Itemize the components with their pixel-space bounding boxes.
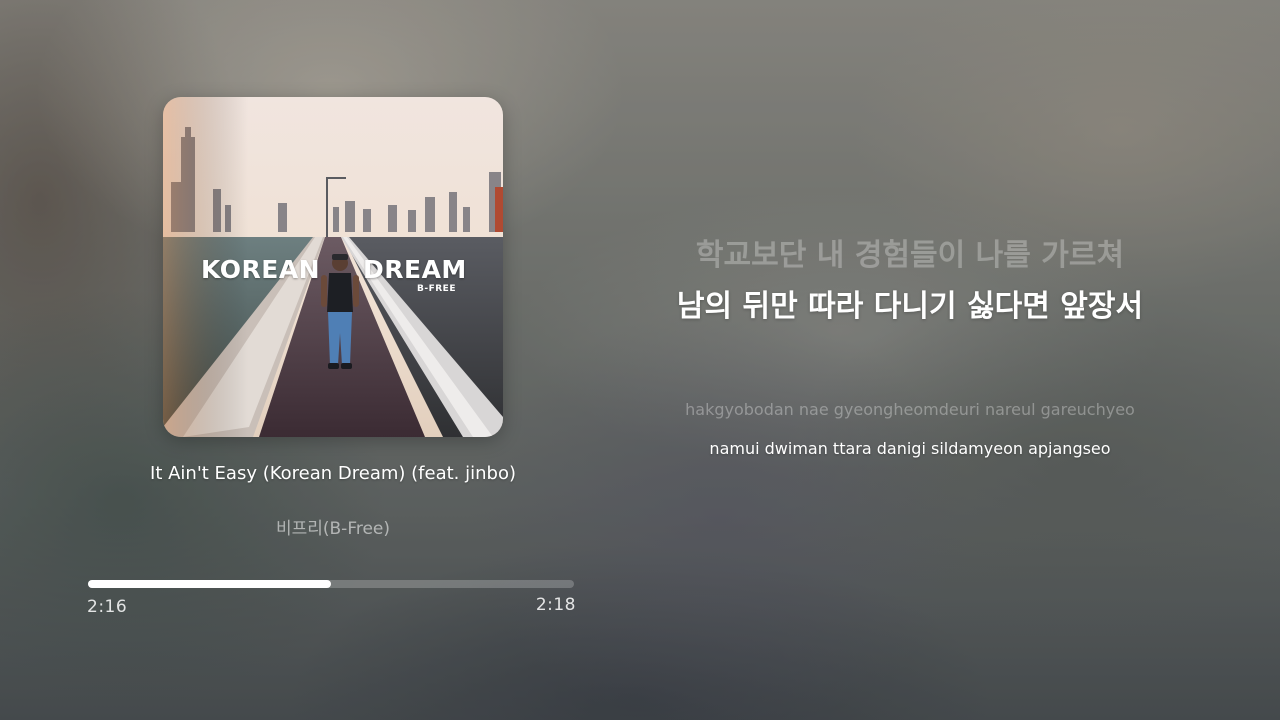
lyric-current-romanized: namui dwiman ttara danigi sildamyeon apj… [709, 439, 1111, 458]
cover-artist-tag: B-FREE [417, 284, 456, 294]
lyric-previous-romanized: hakgyobodan nae gyeongheomdeuri nareul g… [685, 400, 1135, 419]
track-artist: 비프리(B-Free) [275, 519, 391, 539]
album-cover: KOREAN DREAM B-FREE [163, 97, 503, 437]
time-total: 2:18 [535, 595, 576, 615]
progress-fill [88, 580, 331, 588]
player-screen: KOREAN DREAM B-FREE It Ain't Easy (Korea… [0, 0, 1280, 720]
progress-bar[interactable] [88, 580, 574, 588]
cover-title-word-2: DREAM [363, 255, 467, 284]
time-elapsed: 2:16 [87, 597, 128, 617]
lyric-previous-korean: 학교보단 내 경험들이 나를 가르쳐 [695, 238, 1125, 273]
track-title: It Ain't Easy (Korean Dream) (feat. jinb… [150, 463, 516, 484]
lyric-current-korean: 남의 뒤만 따라 다니기 싫다면 앞장서 [676, 289, 1144, 324]
cover-title-word-1: KOREAN [201, 255, 321, 284]
